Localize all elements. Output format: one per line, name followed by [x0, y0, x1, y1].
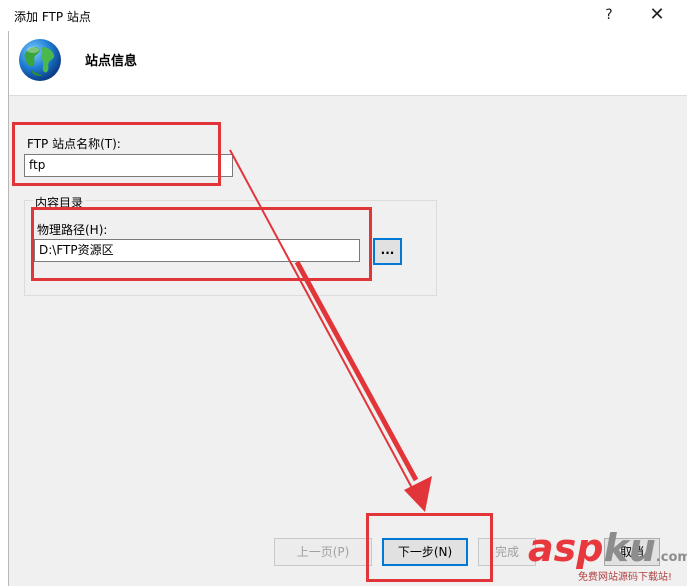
window-title: 添加 FTP 站点	[14, 10, 91, 24]
watermark-tagline: 免费网站源码下载站!	[578, 572, 673, 583]
annotation-box-site-name	[12, 122, 221, 186]
close-button[interactable]: ✕	[642, 4, 672, 26]
annotation-box-physical-path	[31, 207, 372, 281]
previous-button[interactable]: 上一页(P)	[274, 538, 372, 566]
wizard-header: 站点信息	[9, 31, 687, 95]
help-button[interactable]: ?	[594, 4, 624, 26]
browse-button[interactable]: ...	[373, 238, 402, 265]
globe-icon	[19, 39, 61, 81]
title-bar: 添加 FTP 站点 ? ✕	[0, 0, 687, 31]
section-title: 站点信息	[85, 54, 138, 69]
annotation-box-next-button	[366, 513, 493, 582]
